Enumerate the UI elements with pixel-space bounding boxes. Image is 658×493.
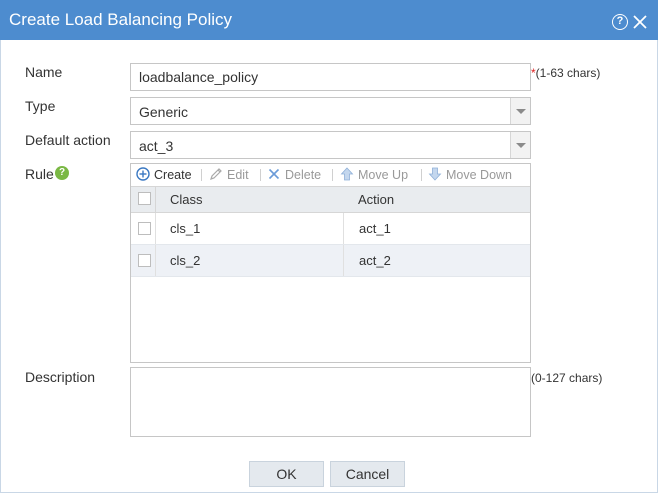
column-divider [155, 245, 156, 276]
rule-toolbar: Create Edit Delete Move Up Move Down [131, 164, 530, 186]
default-action-label: Default action [25, 132, 111, 148]
description-hint: (0-127 chars) [531, 371, 603, 385]
toolbar-divider [421, 169, 422, 181]
row-class-cell: cls_1 [170, 221, 201, 236]
row-class-cell: cls_2 [170, 253, 201, 268]
select-all-checkbox[interactable] [138, 192, 151, 205]
column-header-action[interactable]: Action [358, 193, 394, 207]
type-select[interactable]: Generic [130, 97, 531, 125]
rule-label: Rule [25, 166, 54, 182]
edit-button[interactable]: Edit [209, 167, 249, 183]
arrow-down-icon [428, 167, 442, 181]
name-length-hint: (1-63 chars) [535, 66, 601, 80]
toolbar-divider [260, 169, 261, 181]
description-label: Description [25, 369, 96, 385]
delete-button[interactable]: Delete [267, 167, 321, 183]
row-checkbox[interactable] [138, 254, 151, 267]
column-divider [155, 213, 156, 244]
pencil-icon [210, 168, 222, 180]
row-action-cell: act_1 [359, 221, 391, 236]
create-button[interactable]: Create [136, 167, 192, 183]
edit-label: Edit [227, 168, 249, 182]
rule-grid-header: Class Action [131, 186, 530, 213]
chevron-down-icon [516, 109, 526, 114]
close-icon[interactable] [632, 14, 648, 30]
default-action-select-value: act_3 [139, 138, 174, 154]
column-divider [343, 245, 344, 276]
row-action-cell: act_2 [359, 253, 391, 268]
rule-panel: Create Edit Delete Move Up Move Down Cla… [130, 163, 531, 363]
toolbar-divider [201, 169, 202, 181]
row-checkbox[interactable] [138, 222, 151, 235]
create-label: Create [154, 168, 192, 182]
dialog-title: Create Load Balancing Policy [9, 10, 233, 29]
table-row[interactable]: cls_1 act_1 [131, 213, 530, 245]
name-label: Name [25, 64, 63, 80]
column-header-class[interactable]: Class [170, 193, 203, 207]
x-icon [268, 168, 280, 180]
arrow-up-icon [340, 167, 354, 181]
move-down-button[interactable]: Move Down [428, 167, 512, 183]
rule-help-icon[interactable]: ? [55, 166, 69, 180]
column-divider [343, 213, 344, 244]
dialog-titlebar: Create Load Balancing Policy ? [0, 0, 658, 40]
toolbar-divider [332, 169, 333, 181]
plus-circle-icon [136, 167, 150, 181]
name-hint: *(1-63 chars) [531, 66, 600, 80]
type-dropdown-button[interactable] [510, 98, 530, 124]
type-label: Type [25, 98, 56, 114]
move-down-label: Move Down [446, 168, 512, 182]
description-textarea[interactable] [130, 367, 531, 437]
column-divider [155, 187, 156, 212]
table-row[interactable]: cls_2 act_2 [131, 245, 530, 277]
default-action-dropdown-button[interactable] [510, 132, 530, 158]
default-action-select[interactable]: act_3 [130, 131, 531, 159]
chevron-down-icon [516, 143, 526, 148]
help-icon[interactable]: ? [612, 14, 628, 30]
delete-label: Delete [285, 168, 322, 182]
name-input[interactable] [130, 63, 531, 91]
cancel-button[interactable]: Cancel [330, 461, 405, 487]
move-up-button[interactable]: Move Up [340, 167, 408, 183]
type-select-value: Generic [139, 104, 189, 120]
ok-button[interactable]: OK [249, 461, 324, 487]
move-up-label: Move Up [358, 168, 409, 182]
